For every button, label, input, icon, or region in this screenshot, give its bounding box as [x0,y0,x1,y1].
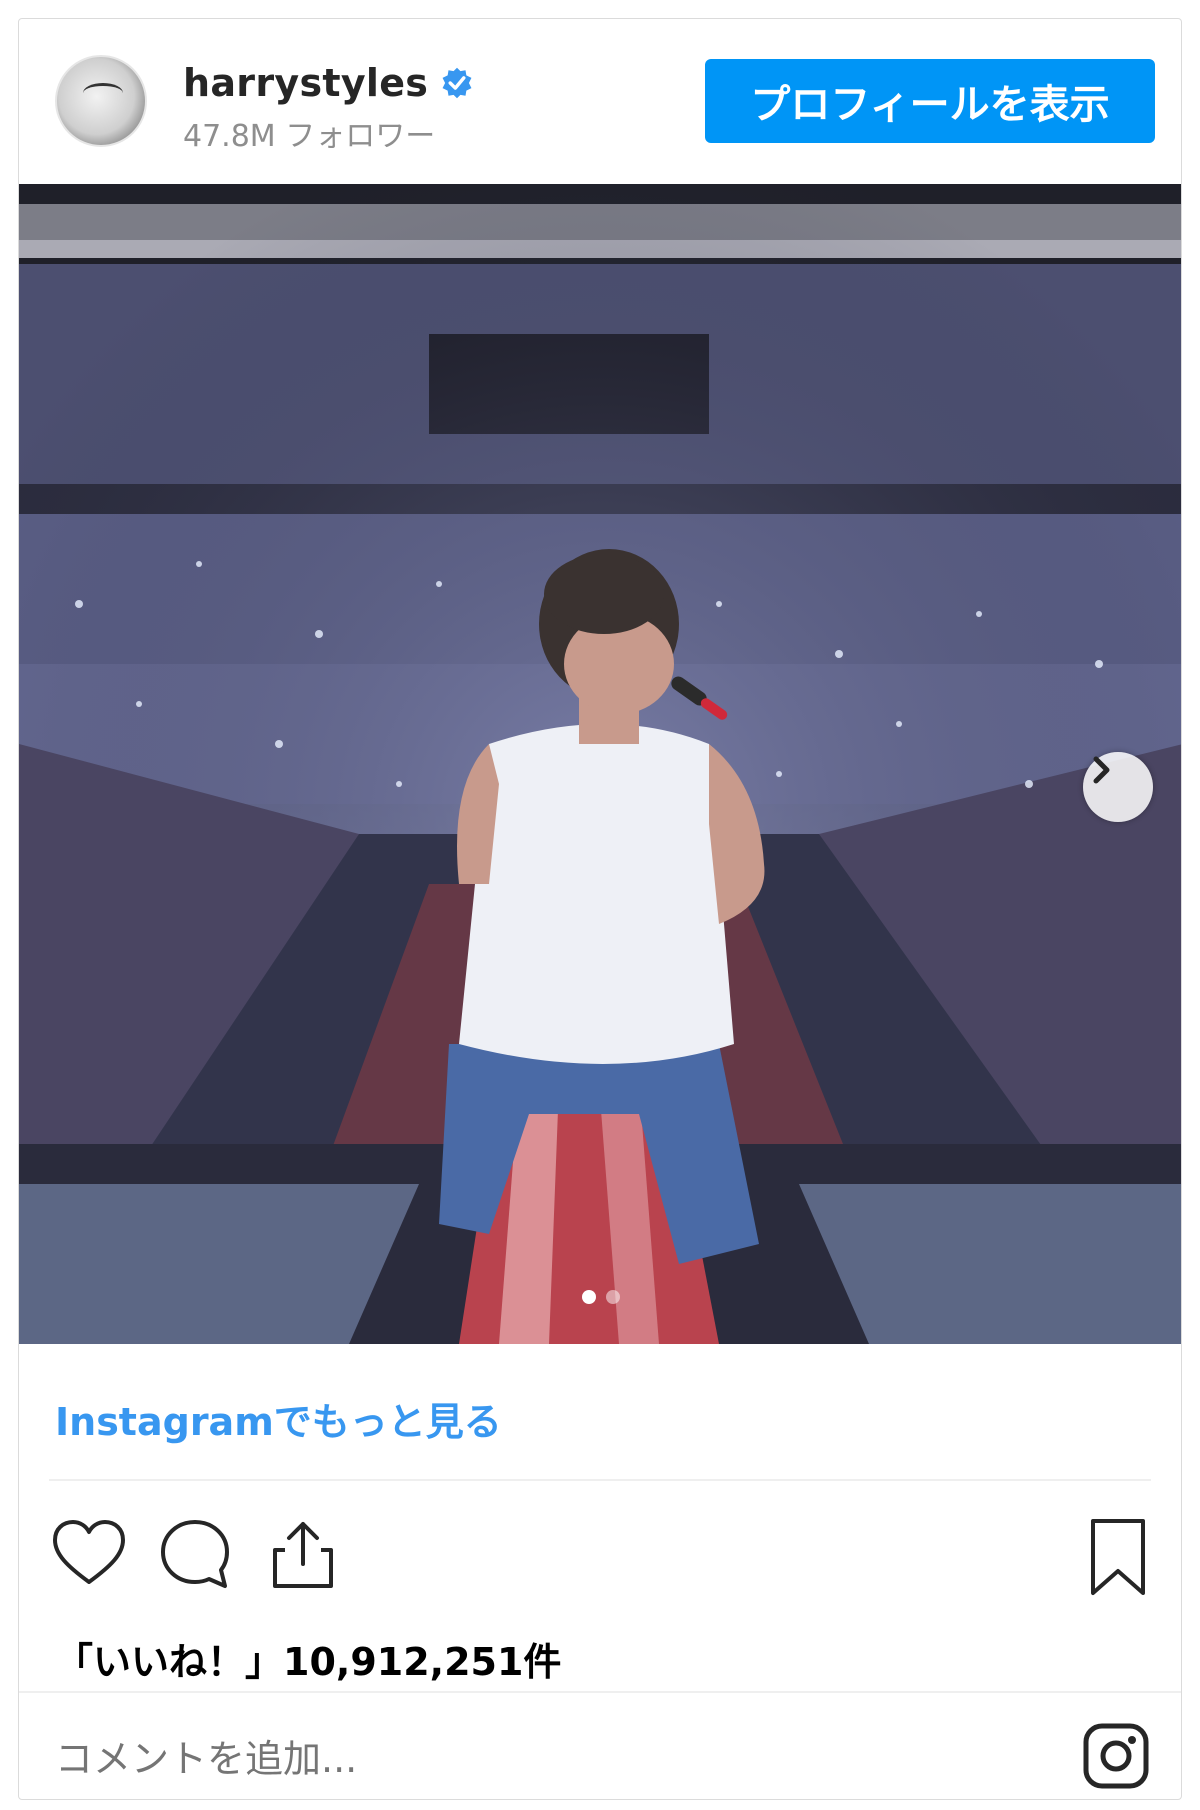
avatar-mark [83,83,123,103]
username[interactable]: harrystyles [183,61,428,105]
heart-icon[interactable] [49,1514,129,1594]
divider [49,1479,1151,1481]
comment-icon[interactable] [155,1514,235,1594]
view-more-on-instagram-link[interactable]: Instagramでもっと見る [55,1391,502,1446]
view-profile-button[interactable]: プロフィールを表示 [705,59,1155,143]
carousel-next-button[interactable] [1083,752,1153,822]
username-row: harrystyles [183,61,474,105]
carousel-dot-active [582,1290,596,1304]
follower-count: 47.8M フォロワー [183,119,436,154]
post-header: harrystyles 47.8M フォロワー プロフィールを表示 [19,19,1181,184]
post-photo[interactable] [19,184,1181,1344]
divider [19,1691,1181,1693]
carousel-dot [606,1290,620,1304]
concert-photo-illustration [19,184,1181,1344]
verified-badge-icon [442,67,472,99]
instagram-embed-card: harrystyles 47.8M フォロワー プロフィールを表示 Instag… [18,18,1182,1800]
bookmark-icon[interactable] [1083,1515,1153,1599]
share-icon[interactable] [263,1514,343,1594]
chevron-right-icon [1093,756,1110,784]
carousel-indicator [19,1290,1181,1304]
add-comment-input[interactable] [55,1737,955,1781]
avatar[interactable] [55,55,147,147]
like-count: 「いいね！」10,912,251件 [55,1640,562,1684]
instagram-icon[interactable] [1081,1721,1151,1791]
